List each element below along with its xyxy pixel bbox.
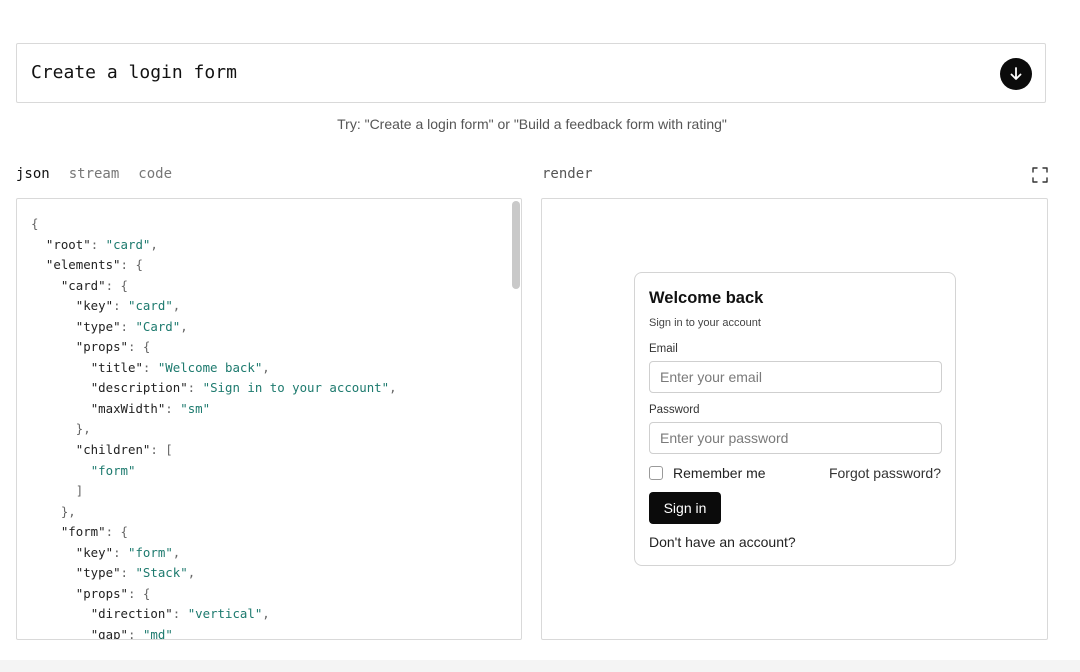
password-label: Password [649,404,700,416]
view-tabs: json stream code [16,166,172,182]
email-label: Email [649,343,678,355]
arrow-down-icon [1010,67,1022,80]
remember-label: Remember me [673,465,766,481]
prompt-input[interactable] [31,44,991,102]
prompt-bar [16,43,1046,103]
prompt-hint: Try: "Create a login form" or "Build a f… [337,116,727,132]
sign-in-button[interactable]: Sign in [649,492,721,524]
json-panel: { "root": "card", "elements": { "card": … [16,198,522,640]
render-label: render [542,166,593,182]
json-code: { "root": "card", "elements": { "card": … [31,216,397,640]
tab-stream[interactable]: stream [69,166,120,182]
tab-json[interactable]: json [16,166,50,182]
forgot-password-link[interactable]: Forgot password? [829,465,941,481]
tab-code[interactable]: code [138,166,172,182]
render-panel: Welcome back Sign in to your account Ema… [541,198,1048,640]
submit-button[interactable] [1000,58,1032,90]
card-title: Welcome back [649,289,764,307]
remember-me: Remember me [649,465,766,481]
card-description: Sign in to your account [649,317,761,329]
password-field[interactable] [649,422,942,454]
scroll-thumb[interactable] [512,201,520,289]
bottom-band [0,660,1080,672]
login-card: Welcome back Sign in to your account Ema… [634,272,956,566]
json-scrollbar[interactable] [511,199,521,639]
expand-button[interactable] [1031,166,1049,184]
fullscreen-icon [1032,167,1048,183]
signup-link[interactable]: Don't have an account? [649,534,796,550]
remember-checkbox[interactable] [649,466,663,480]
email-field[interactable] [649,361,942,393]
